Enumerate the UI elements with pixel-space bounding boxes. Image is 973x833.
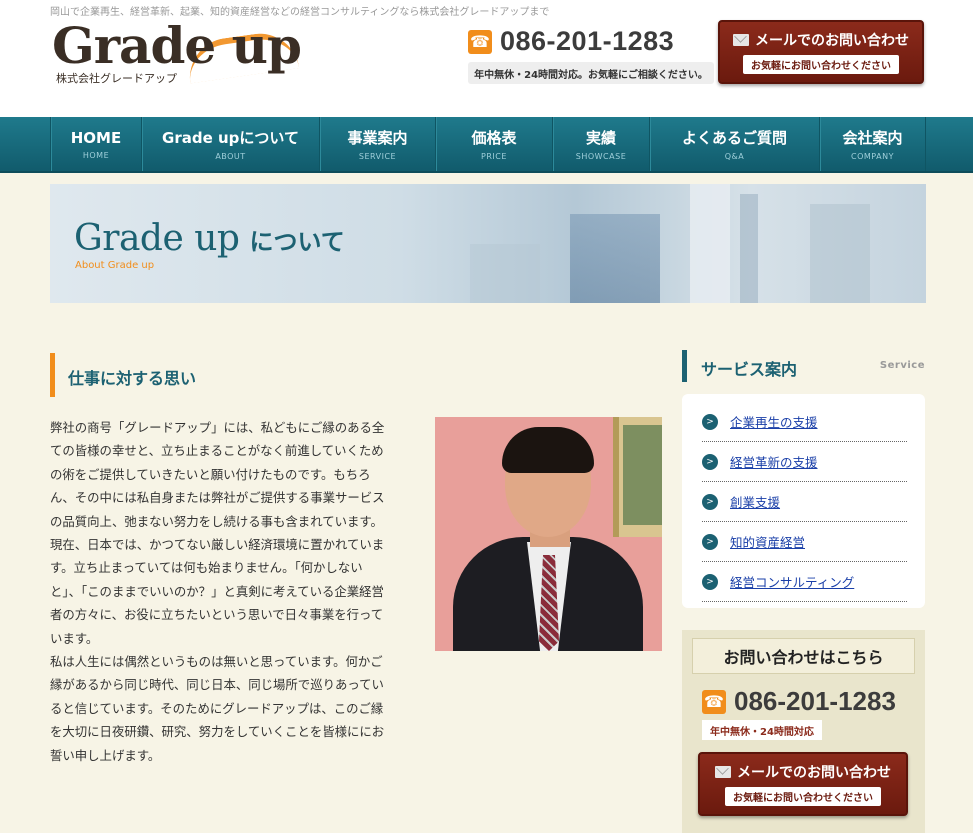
nav-label: HOME — [70, 128, 122, 147]
header-phone: ☎ 086-201-1283 — [468, 26, 674, 57]
nav-label: 会社案内 — [842, 129, 903, 147]
body-paragraph: 現在、日本では、かつてない厳しい経済環境に置かれています。立ち止まっていては何も… — [50, 537, 385, 646]
site-header: 岡山で企業再生、経営革新、起業、知的資産経営などの経営コンサルティングなら株式会… — [0, 0, 973, 117]
arrow-circle-icon: > — [702, 533, 718, 550]
nav-item-service[interactable]: 事業案内 SERVICE — [319, 117, 435, 171]
service-link[interactable]: 知的資産経営 — [730, 532, 805, 551]
nav-sublabel: ABOUT — [215, 152, 246, 161]
page-title: Grade up について — [74, 218, 345, 259]
nav-item-showcase[interactable]: 実績 SHOWCASE — [552, 117, 649, 171]
painting-canvas — [623, 425, 662, 525]
hero-building — [810, 204, 870, 303]
service-link[interactable]: 経営コンサルティング — [730, 572, 854, 591]
global-nav: HOME HOME Grade upについて ABOUT 事業案内 SERVIC… — [0, 117, 973, 173]
nav-label: 実績 — [585, 129, 616, 147]
nav-sublabel: COMPANY — [851, 152, 894, 161]
envelope-icon — [715, 766, 731, 778]
service-link[interactable]: 創業支援 — [730, 492, 780, 511]
about-body-text: 弊社の商号「グレードアップ」には、私どもにご縁のある全ての皆様の幸せと、立ち止ま… — [50, 416, 385, 767]
nav-item-home[interactable]: HOME HOME — [50, 117, 141, 171]
nav-sublabel: SHOWCASE — [575, 152, 627, 161]
service-item-intellectual-assets[interactable]: > 知的資産経営 — [702, 522, 907, 562]
section-title: 仕事に対する思い — [68, 369, 197, 388]
nav-sublabel: Q&A — [724, 152, 745, 161]
nav-item-company[interactable]: 会社案内 COMPANY — [819, 117, 926, 171]
nav-label: Grade upについて — [162, 129, 299, 147]
nav-item-about[interactable]: Grade upについて ABOUT — [141, 117, 319, 171]
envelope-icon — [733, 34, 749, 46]
ceo-portrait-photo — [435, 417, 662, 651]
contact-title: お問い合わせはこちら — [692, 638, 915, 674]
service-item-startup[interactable]: > 創業支援 — [702, 482, 907, 522]
sidebar-service-title: サービス案内 — [701, 360, 798, 379]
body-paragraph: 弊社の商号「グレードアップ」には、私どもにご縁のある全ての皆様の幸せと、立ち止ま… — [50, 420, 385, 529]
nav-item-faq[interactable]: よくあるご質問 Q&A — [649, 117, 819, 171]
nav-label: 事業案内 — [347, 129, 408, 147]
sidebar-service-title-en: Service — [879, 360, 925, 371]
hero-building — [740, 194, 758, 303]
arrow-circle-icon: > — [702, 413, 718, 430]
mail-button-sublabel: お気軽にお問い合わせください — [725, 787, 881, 806]
nav-label: よくあるご質問 — [681, 129, 787, 147]
nav-sublabel: PRICE — [481, 152, 507, 161]
site-logo[interactable]: Grade up 株式会社グレードアップ — [52, 14, 302, 94]
page-title-main: Grade up — [74, 218, 240, 259]
service-item-innovation[interactable]: > 経営革新の支援 — [702, 442, 907, 482]
arrow-circle-icon: > — [702, 493, 718, 510]
header-hours: 年中無休・24時間対応。お気軽にご相談ください。 — [468, 62, 714, 84]
sidebar-service-heading: サービス案内 Service — [682, 350, 925, 382]
mail-button-label: メールでのお問い合わせ — [755, 33, 909, 49]
nav-sublabel: HOME — [82, 150, 110, 160]
arrow-circle-icon: > — [702, 453, 718, 470]
page-hero-banner: Grade up について About Grade up — [50, 184, 926, 303]
mail-button-sublabel: お気軽にお問い合わせください — [743, 55, 899, 74]
service-item-consulting[interactable]: > 経営コンサルティング — [702, 562, 907, 602]
mail-button-label: メールでのお問い合わせ — [737, 765, 891, 781]
nav-sublabel: SERVICE — [358, 152, 397, 161]
contact-phone: ☎ 086-201-1283 — [702, 686, 896, 717]
logo-company-name: 株式会社グレードアップ — [56, 72, 177, 85]
sidebar-mail-button[interactable]: メールでのお問い合わせ お気軽にお問い合わせください — [698, 752, 908, 816]
phone-icon: ☎ — [702, 689, 726, 714]
body-paragraph: 私は人生には偶然というものは無いと思っています。何かご縁があるから同じ時代、同じ… — [50, 654, 385, 763]
logo-wordmark: Grade up — [52, 16, 302, 75]
contact-hours: 年中無休・24時間対応 — [702, 720, 822, 740]
header-mail-button[interactable]: メールでのお問い合わせ お気軽にお問い合わせください — [718, 20, 924, 84]
hero-building — [470, 244, 540, 303]
hero-building — [690, 184, 730, 303]
header-phone-number: 086-201-1283 — [500, 26, 675, 56]
nav-label: 価格表 — [471, 129, 517, 147]
page-title-suffix: について — [249, 227, 345, 256]
phone-icon: ☎ — [468, 29, 492, 54]
page-subtitle: About Grade up — [75, 260, 155, 271]
service-link[interactable]: 経営革新の支援 — [730, 452, 818, 471]
section-heading: 仕事に対する思い — [50, 353, 380, 397]
service-link[interactable]: 企業再生の支援 — [730, 412, 818, 431]
hero-building — [570, 214, 660, 303]
service-item-revitalization[interactable]: > 企業再生の支援 — [702, 402, 907, 442]
arrow-circle-icon: > — [702, 573, 718, 590]
contact-phone-number: 086-201-1283 — [734, 686, 896, 716]
hair — [502, 427, 594, 473]
nav-item-price[interactable]: 価格表 PRICE — [435, 117, 552, 171]
service-menu: > 企業再生の支援 > 経営革新の支援 > 創業支援 > 知的資産経営 > 経営… — [682, 394, 925, 608]
